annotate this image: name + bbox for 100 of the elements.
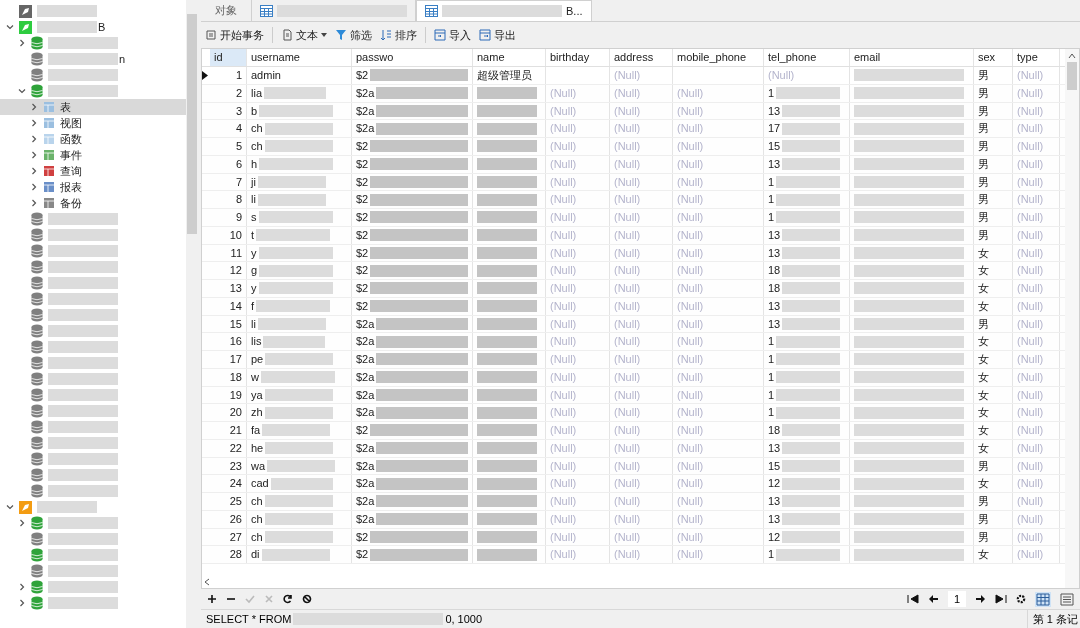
table-cell-text: (Null) [1017,227,1044,243]
table-cell-text: (Null) [677,263,704,279]
toolbar-button[interactable]: 筛选 [335,26,372,44]
vertical-scrollbar[interactable] [1065,49,1079,588]
table-cell-text: 13 [768,440,781,456]
table-row[interactable]: 21 fa $2 (Null) (Null) (Null) 18 女 (Null) [202,422,1065,440]
table-cell-text: $2 [356,281,369,297]
table-row[interactable]: 8 li $2 (Null) (Null) (Null) 1 男 (Null) [202,191,1065,209]
previous-page-icon[interactable] [927,594,939,604]
toolbar-button[interactable]: 开始事务 [205,26,264,44]
table-cell-text: (Null) [614,316,641,332]
add-icon[interactable] [207,594,217,604]
table-row[interactable]: 20 zh $2a (Null) (Null) (Null) 1 女 (Null) [202,404,1065,422]
table-cell-text: (Null) [677,174,704,190]
settings-icon[interactable] [1016,594,1026,604]
tree-item[interactable]: 函数 [0,131,186,147]
table-cell-text: di [251,547,260,563]
next-page-icon[interactable] [975,594,986,604]
column-header[interactable]: address [610,49,673,66]
blurred-text [48,341,118,353]
column-header[interactable]: name [473,49,546,66]
table-cell-text: $2 [356,298,369,314]
column-header[interactable]: birthday [546,49,610,66]
blurred-text [477,406,537,419]
backup-icon [43,197,55,209]
table-row[interactable]: 12 g $2 (Null) (Null) (Null) 18 女 (Null) [202,262,1065,280]
page-number-field[interactable]: 1 [947,590,966,608]
tree-item[interactable]: 备份 [0,195,186,211]
table-cell-text: $2 [356,423,369,439]
tree-item[interactable]: n [0,51,186,67]
table-cell-text: (Null) [550,245,577,261]
tree-item[interactable]: 表 [0,99,186,115]
table-cell-text: (Null) [614,440,641,456]
table-cell-text: (Null) [550,156,577,172]
table-row[interactable]: 9 s $2 (Null) (Null) (Null) 1 男 (Null) [202,209,1065,227]
tree-item[interactable]: 查询 [0,163,186,179]
table-cell-text: 11 [230,245,242,261]
first-page-icon[interactable] [906,594,919,604]
column-header[interactable]: id [210,49,247,66]
blurred-text [267,459,336,472]
filter-icon [335,29,347,41]
expand-chevron-icon[interactable] [18,519,26,527]
tree-item[interactable]: 报表 [0,179,186,195]
table-row[interactable]: 13 y $2 (Null) (Null) (Null) 18 女 (Null) [202,280,1065,298]
tree-item[interactable]: 事件 [0,147,186,163]
scrollbar-thumb[interactable] [1067,62,1077,90]
collapse-chevron-icon[interactable] [18,87,26,95]
toolbar-button[interactable]: 导入 [434,26,471,44]
tree-item-label: 报表 [60,179,82,195]
column-header[interactable]: tel_phone [764,49,850,66]
grid-view-icon[interactable] [1035,591,1051,607]
table-cell-text: (Null) [1017,476,1044,492]
refresh-icon[interactable] [283,594,293,604]
toolbar-button[interactable]: 文本 [281,26,327,44]
blurred-text [261,548,330,561]
table-row[interactable]: 25 ch $2a (Null) (Null) (Null) 13 男 (Null) [202,493,1065,511]
column-header[interactable]: sex [974,49,1013,66]
table-cell-text: (Null) [1017,192,1044,208]
last-page-icon[interactable] [995,594,1007,604]
table-cell-text: 22 [229,440,242,456]
tab[interactable]: B... [416,0,592,21]
stop-icon[interactable] [302,594,312,604]
scroll-left-icon[interactable] [204,578,210,586]
table-row[interactable]: 1 admin $2 超级管理员 (Null) (Null) 男 (Null) [202,67,1065,85]
table-cell-text: (Null) [677,387,704,403]
table-row[interactable]: 5 ch $2 (Null) (Null) (Null) 15 男 (Null) [202,138,1065,156]
column-header[interactable]: passwo [352,49,473,66]
tree-item[interactable]: B [0,19,186,35]
scrollbar-thumb[interactable] [187,14,197,234]
table-row[interactable]: 24 cad $2a (Null) (Null) (Null) 12 女 (Null) [202,475,1065,493]
column-header[interactable]: email [850,49,974,66]
toolbar-button[interactable]: 排序 [380,26,417,44]
table-cell-text: (Null) [550,494,577,510]
scroll-up-icon[interactable] [1068,53,1076,59]
column-header[interactable]: type [1013,49,1060,66]
tree-item[interactable]: 视图 [0,115,186,131]
tree-item-label: 表 [60,99,71,115]
expand-chevron-icon[interactable] [18,39,26,47]
form-view-icon[interactable] [1060,592,1074,606]
collapse-chevron-icon[interactable] [6,23,14,31]
table-cell-text: (Null) [1017,316,1044,332]
table-row[interactable]: 28 di $2 (Null) (Null) (Null) 1 女 (Null) [202,546,1065,564]
column-header[interactable]: username [247,49,352,66]
collapse-chevron-icon[interactable] [6,503,14,511]
expand-chevron-icon[interactable] [18,583,26,591]
toolbar-button[interactable]: 导出 [479,26,516,44]
blurred-text [477,442,537,455]
expand-chevron-icon[interactable] [18,599,26,607]
table-row[interactable]: 16 lis $2a (Null) (Null) (Null) 1 女 (Null) [202,333,1065,351]
table-cell-text: wa [251,458,266,474]
column-header[interactable]: mobile_phone [673,49,764,66]
table-cell-text: (Null) [1017,387,1044,403]
event-icon [43,149,55,161]
table-cell-text: (Null) [1017,263,1044,279]
table-cell-text: $2 [356,227,369,243]
table-row[interactable]: 4 ch $2a (Null) (Null) (Null) 17 男 (Null) [202,120,1065,138]
blurred-text [48,405,118,417]
tree-item-label: B [98,19,106,35]
table-cell-text: (Null) [550,121,577,137]
table-row[interactable]: 17 pe $2a (Null) (Null) (Null) 1 女 (Null) [202,351,1065,369]
